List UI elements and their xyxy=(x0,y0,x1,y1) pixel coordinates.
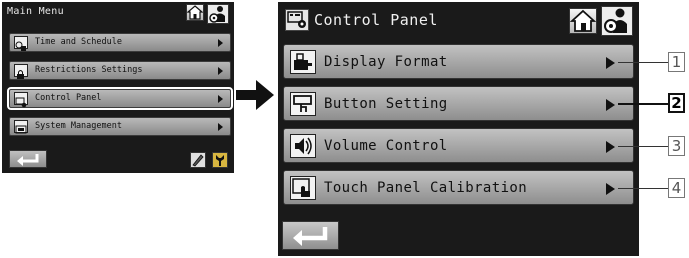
system-management-icon xyxy=(14,120,28,134)
menu-item-volume-control[interactable]: Volume Control xyxy=(283,128,634,163)
menu-item-label: Touch Panel Calibration xyxy=(324,180,528,196)
home-button[interactable] xyxy=(186,4,204,21)
callout-number-1: 1 xyxy=(668,52,685,72)
chevron-right-icon xyxy=(218,67,223,75)
chevron-right-icon xyxy=(218,123,223,131)
chevron-right-icon xyxy=(606,57,615,69)
button-setting-icon xyxy=(290,92,316,116)
user-settings-button[interactable] xyxy=(207,4,229,24)
control-panel-icon xyxy=(285,9,309,31)
chevron-right-icon xyxy=(606,99,615,111)
menu-item-label: Control Panel xyxy=(35,93,102,103)
touch-calibration-icon xyxy=(290,176,316,200)
control-panel-icon xyxy=(14,92,28,108)
menu-item-system-management[interactable]: System Management xyxy=(9,117,231,136)
return-arrow-icon xyxy=(17,154,39,166)
main-menu-screen: Main Menu Time and Schedule Restrictions… xyxy=(2,2,234,173)
menu-item-label: Restrictions Settings xyxy=(35,65,143,75)
chevron-right-icon xyxy=(218,39,223,47)
page-title: Control Panel xyxy=(314,11,438,29)
lock-settings-icon xyxy=(14,64,28,79)
menu-item-label: Display Format xyxy=(324,54,448,70)
chevron-right-icon xyxy=(218,95,223,103)
chevron-right-icon xyxy=(606,183,615,195)
user-gear-icon xyxy=(209,6,225,23)
user-gear-icon xyxy=(604,8,627,33)
home-button[interactable] xyxy=(569,8,597,34)
callout-leader-1 xyxy=(618,62,668,63)
maintenance-button[interactable] xyxy=(190,152,206,168)
pencil-document-icon xyxy=(192,154,204,167)
back-button[interactable] xyxy=(9,150,47,168)
tools-button[interactable] xyxy=(212,152,228,168)
callout-leader-3 xyxy=(618,146,668,147)
menu-item-display-format[interactable]: Display Format xyxy=(283,44,634,79)
user-settings-button[interactable] xyxy=(601,6,633,36)
transition-arrow-icon xyxy=(236,80,274,110)
menu-item-control-panel[interactable]: Control Panel xyxy=(7,87,233,110)
wrench-icon xyxy=(216,155,224,166)
menu-item-label: Time and Schedule xyxy=(35,37,122,47)
menu-item-label: System Management xyxy=(35,121,122,131)
menu-item-time-and-schedule[interactable]: Time and Schedule xyxy=(9,33,231,52)
menu-item-button-setting[interactable]: Button Setting xyxy=(283,86,634,121)
main-menu-title: Main Menu xyxy=(7,6,64,17)
back-button[interactable] xyxy=(282,221,339,250)
clock-calendar-icon xyxy=(14,36,28,51)
menu-item-restrictions-settings[interactable]: Restrictions Settings xyxy=(9,61,231,80)
callout-leader-2 xyxy=(618,103,668,105)
menu-item-label: Volume Control xyxy=(324,138,448,154)
home-icon xyxy=(187,5,203,20)
return-arrow-icon xyxy=(293,227,328,246)
display-format-icon xyxy=(290,50,316,74)
menu-item-label: Button Setting xyxy=(324,96,448,112)
menu-item-touch-panel-calibration[interactable]: Touch Panel Calibration xyxy=(283,170,634,205)
chevron-right-icon xyxy=(606,141,615,153)
callout-number-2: 2 xyxy=(668,93,685,113)
callout-number-3: 3 xyxy=(668,136,685,156)
home-icon xyxy=(570,9,596,32)
control-panel-screen: Control Panel Display Format Button Sett… xyxy=(278,2,639,256)
volume-icon xyxy=(290,134,316,158)
callout-number-4: 4 xyxy=(668,178,685,198)
callout-leader-4 xyxy=(618,188,668,189)
